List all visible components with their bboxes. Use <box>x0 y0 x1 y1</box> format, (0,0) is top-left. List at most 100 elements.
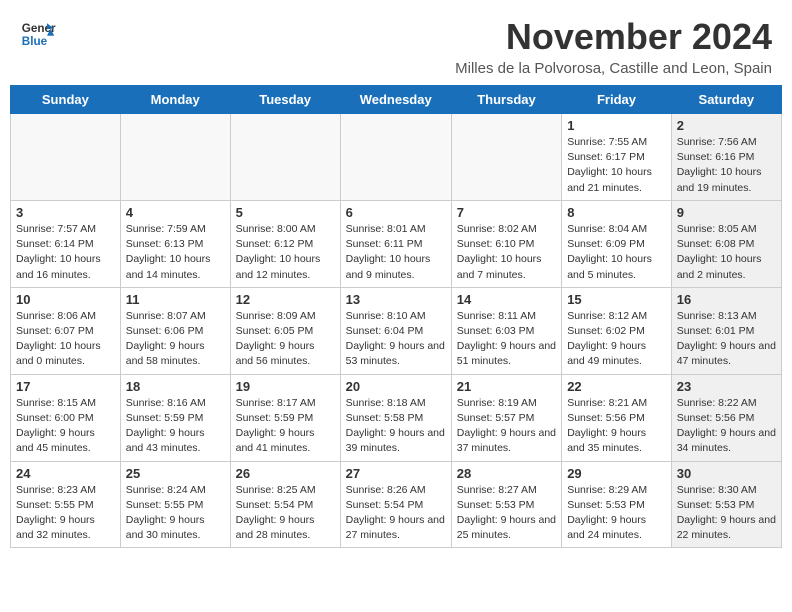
calendar-cell: 12 Sunrise: 8:09 AM Sunset: 6:05 PM Dayli… <box>230 287 340 374</box>
calendar-wrapper: Sunday Monday Tuesday Wednesday Thursday… <box>0 85 792 558</box>
calendar-cell: 13Sunrise: 8:10 AM Sunset: 6:04 PM Dayli… <box>340 287 451 374</box>
day-info: Sunrise: 8:29 AM Sunset: 5:53 PM Dayligh… <box>567 483 666 544</box>
day-number: 11 <box>126 292 225 307</box>
col-thursday: Thursday <box>451 86 561 114</box>
calendar-cell: 28 Sunrise: 8:27 AM Sunset: 5:53 PM Dayli… <box>451 461 561 548</box>
month-title: November 2024 <box>455 16 772 58</box>
day-info: Sunrise: 7:57 AM Sunset: 6:14 PM Dayligh… <box>16 222 115 283</box>
logo-icon: General Blue <box>20 16 56 52</box>
day-number: 17 <box>16 379 115 394</box>
calendar-cell: 23 Sunrise: 8:22 AM Sunset: 5:56 PM Dayli… <box>671 374 781 461</box>
day-number: 28 <box>457 466 556 481</box>
day-number: 29 <box>567 466 666 481</box>
day-info: Sunrise: 8:04 AM Sunset: 6:09 PM Dayligh… <box>567 222 666 283</box>
calendar-cell <box>340 114 451 201</box>
day-info: Sunrise: 7:56 AM Sunset: 6:16 PM Dayligh… <box>677 135 776 196</box>
calendar-cell: 29 Sunrise: 8:29 AM Sunset: 5:53 PM Dayli… <box>562 461 672 548</box>
day-number: 8 <box>567 205 666 220</box>
day-number: 12 <box>236 292 335 307</box>
day-info: Sunrise: 8:00 AM Sunset: 6:12 PM Dayligh… <box>236 222 335 283</box>
day-number: 25 <box>126 466 225 481</box>
calendar-cell: 22 Sunrise: 8:21 AM Sunset: 5:56 PM Dayli… <box>562 374 672 461</box>
calendar-cell: 15 Sunrise: 8:12 AM Sunset: 6:02 PM Dayli… <box>562 287 672 374</box>
calendar-cell: 11 Sunrise: 8:07 AM Sunset: 6:06 PM Dayli… <box>120 287 230 374</box>
calendar-cell: 4 Sunrise: 7:59 AM Sunset: 6:13 PM Daylig… <box>120 200 230 287</box>
calendar-week-4: 17 Sunrise: 8:15 AM Sunset: 6:00 PM Dayli… <box>11 374 782 461</box>
day-info: Sunrise: 8:11 AM Sunset: 6:03 PM Dayligh… <box>457 309 556 370</box>
calendar-cell <box>11 114 121 201</box>
day-info: Sunrise: 8:10 AM Sunset: 6:04 PM Dayligh… <box>346 309 446 370</box>
day-info: Sunrise: 8:09 AM Sunset: 6:05 PM Dayligh… <box>236 309 335 370</box>
day-info: Sunrise: 8:30 AM Sunset: 5:53 PM Dayligh… <box>677 483 776 544</box>
calendar-cell: 18 Sunrise: 8:16 AM Sunset: 5:59 PM Dayli… <box>120 374 230 461</box>
title-section: November 2024 Milles de la Polvorosa, Ca… <box>455 16 772 77</box>
page-header: General Blue November 2024 Milles de la … <box>0 0 792 85</box>
calendar-week-1: 1 Sunrise: 7:55 AM Sunset: 6:17 PM Daylig… <box>11 114 782 201</box>
day-number: 16 <box>677 292 776 307</box>
day-info: Sunrise: 7:55 AM Sunset: 6:17 PM Dayligh… <box>567 135 666 196</box>
calendar-cell: 30 Sunrise: 8:30 AM Sunset: 5:53 PM Dayli… <box>671 461 781 548</box>
calendar-cell: 17 Sunrise: 8:15 AM Sunset: 6:00 PM Dayli… <box>11 374 121 461</box>
calendar-week-5: 24 Sunrise: 8:23 AM Sunset: 5:55 PM Dayli… <box>11 461 782 548</box>
calendar-cell: 14 Sunrise: 8:11 AM Sunset: 6:03 PM Dayli… <box>451 287 561 374</box>
day-info: Sunrise: 8:05 AM Sunset: 6:08 PM Dayligh… <box>677 222 776 283</box>
day-number: 5 <box>236 205 335 220</box>
calendar-cell: 1 Sunrise: 7:55 AM Sunset: 6:17 PM Daylig… <box>562 114 672 201</box>
day-number: 23 <box>677 379 776 394</box>
calendar-cell: 8 Sunrise: 8:04 AM Sunset: 6:09 PM Daylig… <box>562 200 672 287</box>
calendar-cell: 2 Sunrise: 7:56 AM Sunset: 6:16 PM Daylig… <box>671 114 781 201</box>
day-number: 4 <box>126 205 225 220</box>
location: Milles de la Polvorosa, Castille and Leo… <box>455 60 772 77</box>
day-info: Sunrise: 8:18 AM Sunset: 5:58 PM Dayligh… <box>346 396 446 457</box>
calendar-cell: 16Sunrise: 8:13 AM Sunset: 6:01 PM Dayli… <box>671 287 781 374</box>
col-tuesday: Tuesday <box>230 86 340 114</box>
day-number: 24 <box>16 466 115 481</box>
calendar-cell <box>120 114 230 201</box>
col-monday: Monday <box>120 86 230 114</box>
calendar-cell: 27 Sunrise: 8:26 AM Sunset: 5:54 PM Dayli… <box>340 461 451 548</box>
day-number: 30 <box>677 466 776 481</box>
svg-text:Blue: Blue <box>22 35 48 48</box>
day-info: Sunrise: 8:26 AM Sunset: 5:54 PM Dayligh… <box>346 483 446 544</box>
calendar-cell: 19Sunrise: 8:17 AM Sunset: 5:59 PM Dayli… <box>230 374 340 461</box>
calendar-cell: 5 Sunrise: 8:00 AM Sunset: 6:12 PM Daylig… <box>230 200 340 287</box>
calendar-cell: 24 Sunrise: 8:23 AM Sunset: 5:55 PM Dayli… <box>11 461 121 548</box>
day-info: Sunrise: 7:59 AM Sunset: 6:13 PM Dayligh… <box>126 222 225 283</box>
day-number: 26 <box>236 466 335 481</box>
day-number: 1 <box>567 118 666 133</box>
day-info: Sunrise: 8:07 AM Sunset: 6:06 PM Dayligh… <box>126 309 225 370</box>
day-info: Sunrise: 8:21 AM Sunset: 5:56 PM Dayligh… <box>567 396 666 457</box>
calendar-table: Sunday Monday Tuesday Wednesday Thursday… <box>10 85 782 548</box>
calendar-cell: 3Sunrise: 7:57 AM Sunset: 6:14 PM Daylig… <box>11 200 121 287</box>
day-info: Sunrise: 8:17 AM Sunset: 5:59 PM Dayligh… <box>236 396 335 457</box>
calendar-cell <box>230 114 340 201</box>
col-sunday: Sunday <box>11 86 121 114</box>
col-saturday: Saturday <box>671 86 781 114</box>
calendar-header-row: Sunday Monday Tuesday Wednesday Thursday… <box>11 86 782 114</box>
day-info: Sunrise: 8:15 AM Sunset: 6:00 PM Dayligh… <box>16 396 115 457</box>
day-number: 18 <box>126 379 225 394</box>
day-number: 22 <box>567 379 666 394</box>
day-info: Sunrise: 8:16 AM Sunset: 5:59 PM Dayligh… <box>126 396 225 457</box>
day-number: 7 <box>457 205 556 220</box>
calendar-cell: 10 Sunrise: 8:06 AM Sunset: 6:07 PM Dayli… <box>11 287 121 374</box>
day-info: Sunrise: 8:12 AM Sunset: 6:02 PM Dayligh… <box>567 309 666 370</box>
calendar-cell: 9Sunrise: 8:05 AM Sunset: 6:08 PM Daylig… <box>671 200 781 287</box>
day-number: 10 <box>16 292 115 307</box>
calendar-cell: 6Sunrise: 8:01 AM Sunset: 6:11 PM Daylig… <box>340 200 451 287</box>
day-number: 27 <box>346 466 446 481</box>
day-info: Sunrise: 8:19 AM Sunset: 5:57 PM Dayligh… <box>457 396 556 457</box>
day-info: Sunrise: 8:27 AM Sunset: 5:53 PM Dayligh… <box>457 483 556 544</box>
calendar-cell: 21Sunrise: 8:19 AM Sunset: 5:57 PM Dayli… <box>451 374 561 461</box>
logo: General Blue <box>20 16 60 52</box>
day-info: Sunrise: 8:23 AM Sunset: 5:55 PM Dayligh… <box>16 483 115 544</box>
calendar-week-3: 10 Sunrise: 8:06 AM Sunset: 6:07 PM Dayli… <box>11 287 782 374</box>
day-info: Sunrise: 8:02 AM Sunset: 6:10 PM Dayligh… <box>457 222 556 283</box>
day-info: Sunrise: 8:06 AM Sunset: 6:07 PM Dayligh… <box>16 309 115 370</box>
calendar-cell <box>451 114 561 201</box>
day-number: 2 <box>677 118 776 133</box>
day-number: 15 <box>567 292 666 307</box>
day-info: Sunrise: 8:22 AM Sunset: 5:56 PM Dayligh… <box>677 396 776 457</box>
day-number: 14 <box>457 292 556 307</box>
calendar-cell: 26Sunrise: 8:25 AM Sunset: 5:54 PM Dayli… <box>230 461 340 548</box>
